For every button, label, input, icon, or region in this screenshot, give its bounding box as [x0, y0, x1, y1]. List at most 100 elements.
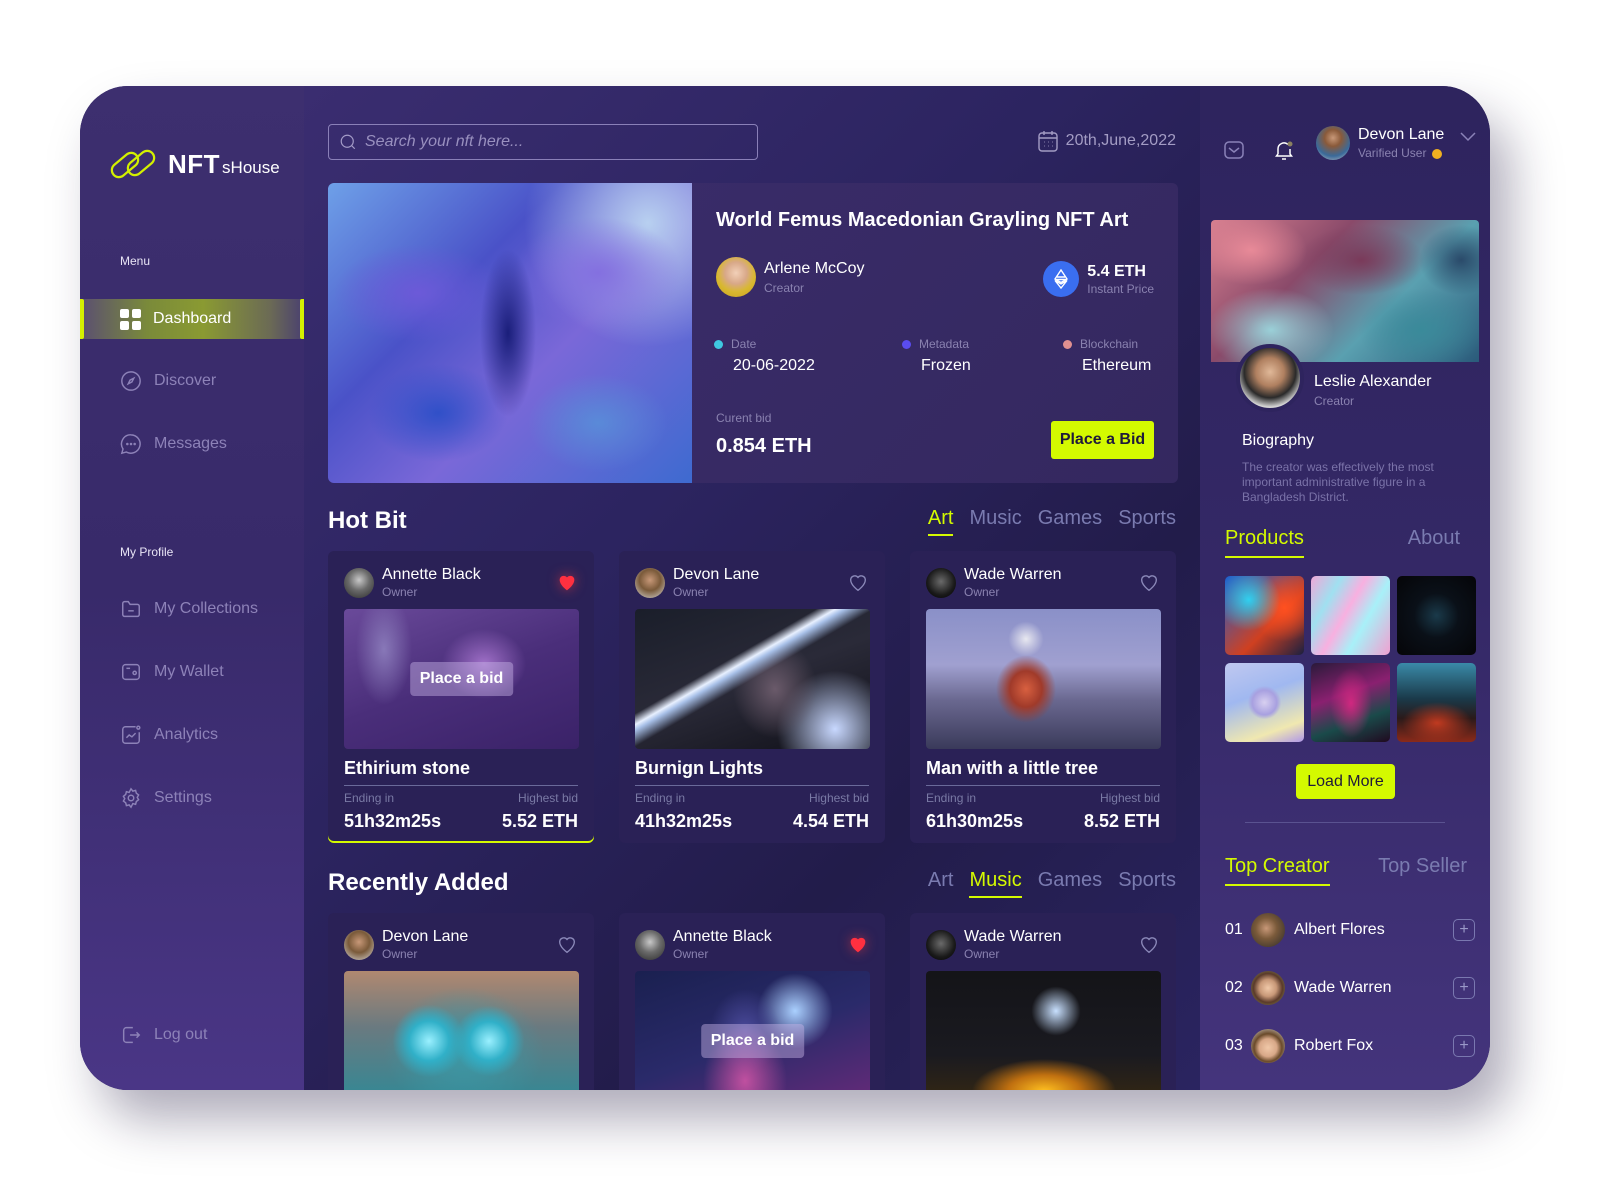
nft-card[interactable]: Devon Lane Owner [328, 913, 594, 1090]
sidebar-item-my-collections[interactable]: My Collections [80, 589, 304, 629]
current-bid-value: 0.854 ETH [716, 435, 812, 457]
follow-button[interactable]: + [1453, 1035, 1475, 1057]
product-thumbnail[interactable] [1311, 576, 1390, 655]
heart-outline-icon [1140, 575, 1158, 592]
owner-name: Annette Black [382, 566, 481, 583]
tab-art[interactable]: Art [927, 507, 953, 536]
nft-image[interactable] [344, 971, 579, 1090]
nft-image[interactable] [926, 609, 1161, 749]
tab-art[interactable]: Art [928, 869, 954, 898]
nft-card[interactable]: Annette Black Owner Place a bid [619, 913, 885, 1090]
sidebar-item-messages[interactable]: Messages [80, 424, 304, 464]
search-icon [340, 134, 356, 150]
product-thumbnail[interactable] [1311, 663, 1390, 742]
gear-icon [122, 787, 140, 809]
featured-creator[interactable]: Arlene McCoy Creator [716, 257, 864, 297]
card-owner[interactable]: Devon Lane Owner [344, 928, 468, 961]
sidebar-item-analytics[interactable]: Analytics [80, 715, 304, 755]
sidebar-item-label: My Wallet [154, 663, 224, 680]
nft-image[interactable]: Place a bid [344, 609, 579, 749]
follow-button[interactable]: + [1453, 919, 1475, 941]
like-button[interactable] [847, 933, 869, 955]
tab-sports[interactable]: Sports [1118, 507, 1176, 536]
card-owner[interactable]: Wade Warren Owner [926, 566, 1062, 599]
tab-top-seller[interactable]: Top Seller [1378, 855, 1467, 886]
bell-icon[interactable] [1272, 138, 1296, 162]
tab-sports[interactable]: Sports [1118, 869, 1176, 898]
creator-name: Robert Fox [1294, 1037, 1374, 1054]
like-button[interactable] [1138, 933, 1160, 955]
sidebar-item-dashboard[interactable]: Dashboard [80, 299, 304, 339]
logout-button[interactable]: Log out [80, 1015, 304, 1055]
card-owner[interactable]: Wade Warren Owner [926, 928, 1062, 961]
nft-card[interactable]: Wade Warren Owner Man with a little tree … [910, 551, 1176, 843]
place-a-bid-button[interactable]: Place a bid [409, 662, 514, 696]
biography-title: Biography [1242, 432, 1315, 449]
nft-image[interactable] [926, 971, 1161, 1090]
menu-label: Menu [120, 254, 151, 268]
tab-music[interactable]: Music [969, 507, 1021, 536]
card-owner[interactable]: Devon Lane Owner [635, 566, 759, 599]
product-thumbnail[interactable] [1397, 663, 1476, 742]
creator-name: Arlene McCoy [764, 259, 865, 277]
owner-avatar [635, 929, 665, 960]
like-button[interactable] [556, 571, 578, 593]
owner-avatar [926, 567, 956, 598]
biography-text: The creator was effectively the most imp… [1242, 460, 1434, 504]
card-owner[interactable]: Annette Black Owner [635, 928, 772, 961]
product-thumbnail[interactable] [1397, 576, 1476, 655]
nft-card[interactable]: Annette Black Owner Place a bid Ethirium … [328, 551, 594, 843]
tab-about[interactable]: About [1408, 527, 1460, 558]
blockchain-dot [1063, 339, 1072, 349]
mail-icon[interactable] [1222, 138, 1246, 162]
owner-avatar [635, 567, 665, 598]
tab-games[interactable]: Games [1038, 507, 1102, 536]
tab-music[interactable]: Music [969, 869, 1022, 898]
featured-nft-image[interactable] [328, 183, 692, 483]
user-profile-menu[interactable]: Devon Lane Varified User [1316, 126, 1444, 160]
load-more-button[interactable]: Load More [1296, 764, 1395, 799]
chevron-down-icon[interactable] [1460, 132, 1476, 142]
sidebar-item-settings[interactable]: Settings [80, 778, 304, 818]
tab-top-creator[interactable]: Top Creator [1225, 855, 1330, 886]
wallet-icon [122, 663, 140, 681]
like-button[interactable] [847, 571, 869, 593]
user-status: Varified User [1358, 146, 1427, 160]
recently-added-tabs: Art Music Games Sports [928, 869, 1176, 898]
top-icons [1222, 138, 1296, 162]
sidebar-item-label: Analytics [154, 726, 219, 743]
tab-games[interactable]: Games [1038, 869, 1102, 898]
top-creator-row[interactable]: 03 Robert Fox + [1225, 1028, 1480, 1064]
top-creator-row[interactable]: 01 Albert Flores + [1225, 912, 1480, 948]
instant-price-label: Instant Price [1087, 281, 1154, 296]
sidebar-item-discover[interactable]: Discover [80, 361, 304, 401]
meta-label: Date [731, 337, 757, 351]
like-button[interactable] [556, 933, 578, 955]
nft-card[interactable]: Devon Lane Owner Burnign Lights Ending in… [619, 551, 885, 843]
card-owner[interactable]: Annette Black Owner [344, 566, 481, 599]
creator-rank: 01 [1225, 921, 1243, 938]
heart-outline-icon [558, 937, 576, 954]
product-thumbnail[interactable] [1225, 576, 1304, 655]
search-input[interactable] [365, 133, 745, 151]
nft-image[interactable]: Place a bid [635, 971, 870, 1090]
place-bid-button[interactable]: Place a Bid [1051, 421, 1154, 459]
tab-products[interactable]: Products [1225, 527, 1304, 558]
sidebar: NFT sHouse Menu Dashboard Discover Messag… [80, 86, 304, 1090]
top-creator-row[interactable]: 02 Wade Warren + [1225, 970, 1480, 1006]
search-bar[interactable] [328, 124, 758, 160]
product-thumbnail[interactable] [1225, 663, 1304, 742]
sidebar-item-my-wallet[interactable]: My Wallet [80, 652, 304, 692]
nft-title: Burnign Lights [635, 758, 763, 778]
owner-role: Owner [382, 947, 418, 961]
nft-card[interactable]: Wade Warren Owner [910, 913, 1176, 1090]
grid-icon [120, 308, 141, 330]
like-button[interactable] [1138, 571, 1160, 593]
creator-avatar[interactable] [1236, 344, 1304, 412]
nft-image[interactable] [635, 609, 870, 749]
place-a-bid-button[interactable]: Place a bid [700, 1024, 805, 1058]
follow-button[interactable]: + [1453, 977, 1475, 999]
divider [344, 785, 578, 786]
instant-price-value: 5.4 ETH [1087, 262, 1146, 280]
logo[interactable]: NFT sHouse [108, 148, 280, 180]
